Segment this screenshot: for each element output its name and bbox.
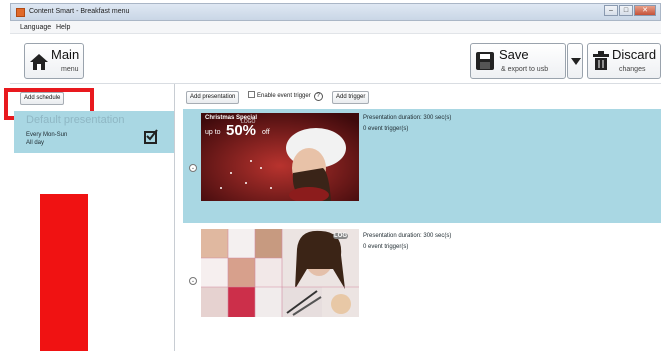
home-icon bbox=[30, 54, 48, 70]
window-title: Content Smart - Breakfast menu bbox=[29, 8, 130, 15]
banner-upto: up to bbox=[205, 129, 221, 136]
schedule-days: Every Mon-Sun bbox=[26, 132, 68, 138]
logo-watermark: LOG bbox=[333, 233, 348, 239]
add-trigger-button[interactable]: Add trigger bbox=[332, 91, 370, 104]
close-button[interactable]: ✕ bbox=[634, 5, 656, 16]
menu-help[interactable]: Help bbox=[56, 24, 70, 31]
presentation-info: Presentation duration: 300 sec(s) 0 even… bbox=[363, 113, 451, 135]
enable-trigger-checkbox[interactable] bbox=[248, 91, 255, 98]
app-icon bbox=[16, 8, 25, 17]
floppy-disk-icon bbox=[476, 52, 494, 70]
banner-off: off bbox=[262, 129, 270, 136]
presentation-triggers: 0 event trigger(s) bbox=[363, 126, 409, 132]
schedule-timeline-bar bbox=[40, 194, 88, 351]
expand-icon[interactable]: ⌄ bbox=[189, 277, 197, 285]
maximize-button[interactable]: □ bbox=[619, 5, 633, 16]
presentation-info: Presentation duration: 300 sec(s) 0 even… bbox=[363, 231, 451, 253]
main-menu-button[interactable]: Main menu bbox=[24, 43, 84, 79]
schedule-title: Default presentation bbox=[26, 114, 125, 126]
schedule-item[interactable]: Default presentation Every Mon-Sun All d… bbox=[14, 111, 174, 153]
main-label: Main bbox=[51, 47, 80, 62]
presentation-thumbnail bbox=[201, 229, 359, 317]
trash-icon bbox=[593, 51, 609, 70]
enable-trigger-label: Enable event trigger bbox=[257, 93, 311, 100]
save-options-dropdown[interactable] bbox=[567, 43, 583, 79]
presentation-duration: Presentation duration: 300 sec(s) bbox=[363, 233, 452, 239]
logo-watermark: LOGO bbox=[241, 119, 256, 125]
minimize-button[interactable]: – bbox=[604, 5, 618, 16]
discard-button[interactable]: Discard changes bbox=[587, 43, 661, 79]
presentation-duration: Presentation duration: 300 sec(s) bbox=[363, 115, 452, 121]
schedule-time: All day bbox=[26, 140, 45, 146]
save-sub: & export to usb bbox=[501, 66, 549, 73]
window-controls: – □ ✕ bbox=[604, 5, 656, 16]
help-icon[interactable]: ? bbox=[313, 92, 323, 102]
enable-trigger-option[interactable]: Enable event trigger? bbox=[248, 91, 323, 102]
chevron-down-icon bbox=[571, 58, 581, 65]
menu-bar: Language Help bbox=[10, 21, 661, 34]
checkbox-checked-icon[interactable] bbox=[144, 129, 158, 144]
window-titlebar: Content Smart - Breakfast menu – □ ✕ bbox=[10, 3, 661, 21]
toolbar: Main menu Save & export to usb Discard c… bbox=[10, 34, 661, 84]
presentation-thumbnail bbox=[201, 113, 359, 201]
menu-language[interactable]: Language bbox=[20, 24, 51, 31]
save-label: Save bbox=[499, 47, 529, 62]
discard-sub: changes bbox=[619, 66, 646, 73]
main-sub: menu bbox=[61, 66, 79, 73]
expand-icon[interactable]: ⌄ bbox=[189, 164, 197, 172]
presentation-item[interactable]: ⌄ Christmas Special up to 50% off LOGO P… bbox=[183, 109, 661, 223]
save-button[interactable]: Save & export to usb bbox=[470, 43, 566, 79]
presentation-triggers: 0 event trigger(s) bbox=[363, 244, 409, 250]
presentation-item[interactable]: ⌄ LOG Presentation duration: 300 sec(s) … bbox=[183, 228, 661, 323]
add-presentation-button[interactable]: Add presentation bbox=[186, 91, 240, 104]
discard-label: Discard bbox=[612, 47, 657, 62]
